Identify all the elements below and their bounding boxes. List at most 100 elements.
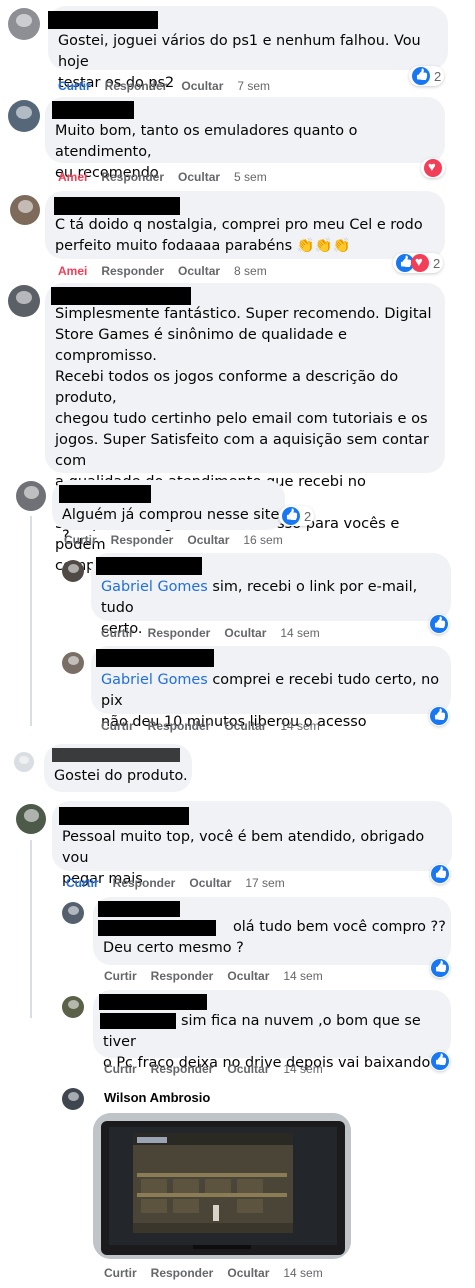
avatar[interactable] (16, 481, 46, 511)
reply-button[interactable]: Responder (148, 719, 211, 733)
comment-actions: Curtir Responder Ocultar 14 sem (104, 969, 337, 983)
comment-text: C tá doido q nostalgia, comprei pro meu … (55, 217, 423, 254)
comment-actions: Curtir Responder Ocultar 7 sem (58, 79, 284, 93)
like-reaction-icon (412, 67, 430, 85)
comment-bubble: Gabriel Gomes sim, recebi o link por e-m… (91, 553, 451, 637)
avatar[interactable] (10, 195, 40, 225)
comment-text: olá tudo bem você compro ?? Deu certo me… (103, 919, 446, 956)
hide-button[interactable]: Ocultar (227, 1062, 269, 1076)
mention-link[interactable]: Gabriel Gomes (101, 579, 208, 595)
avatar[interactable] (62, 560, 84, 582)
reply-button[interactable]: Responder (113, 876, 176, 890)
redacted-author-name (59, 807, 189, 825)
avatar[interactable] (62, 902, 84, 924)
avatar[interactable] (62, 652, 84, 674)
redacted-author-name (52, 101, 134, 119)
avatar[interactable] (14, 752, 34, 772)
reply-button[interactable]: Responder (101, 170, 164, 184)
comment-bubble: Simplesmente fantástico. Super recomendo… (45, 283, 445, 574)
comment-actions: Curtir Responder Ocultar 14 sem (104, 1266, 337, 1280)
hide-button[interactable]: Ocultar (181, 79, 223, 93)
like-reaction-icon (430, 707, 448, 725)
reaction-summary[interactable] (429, 706, 449, 726)
reaction-summary[interactable] (430, 1051, 450, 1071)
reply-button[interactable]: Responder (148, 626, 211, 640)
avatar[interactable] (62, 1088, 84, 1110)
like-button[interactable]: Curtir (104, 969, 137, 983)
love-reaction-icon (424, 159, 442, 177)
redacted-author-name (54, 197, 180, 215)
hide-button[interactable]: Ocultar (224, 719, 266, 733)
like-button[interactable]: Curtir (58, 79, 91, 93)
hide-button[interactable]: Ocultar (227, 1266, 269, 1280)
comment-photo[interactable] (93, 1113, 351, 1259)
timestamp[interactable]: 14 sem (283, 1266, 322, 1280)
comment-bubble: Pessoal muito top, você é bem atendido, … (52, 801, 452, 887)
timestamp[interactable]: 16 sem (243, 533, 282, 547)
mention-link[interactable]: Gabriel Gomes (101, 672, 208, 688)
timestamp[interactable]: 8 sem (234, 264, 267, 278)
comment-bubble: Gostei, joguei vários do ps1 e nenhum fa… (48, 6, 448, 91)
avatar[interactable] (62, 996, 84, 1018)
hide-button[interactable]: Ocultar (187, 533, 229, 547)
redacted-author-name (98, 901, 180, 917)
hide-button[interactable]: Ocultar (178, 264, 220, 278)
like-reaction-icon (430, 615, 448, 633)
reaction-summary[interactable]: 2 (279, 506, 315, 526)
like-button[interactable]: Curtir (66, 876, 99, 890)
timestamp[interactable]: 14 sem (280, 719, 319, 733)
reaction-summary[interactable] (430, 958, 450, 978)
timestamp[interactable]: 14 sem (283, 1062, 322, 1076)
timestamp[interactable]: 5 sem (234, 170, 267, 184)
comment-bubble: C tá doido q nostalgia, comprei pro meu … (45, 191, 445, 259)
reaction-summary[interactable] (421, 158, 445, 178)
redacted-author-name (52, 748, 180, 762)
like-reaction-icon (282, 507, 300, 525)
timestamp[interactable]: 17 sem (245, 876, 284, 890)
reply-button[interactable]: Responder (151, 1062, 214, 1076)
redacted-author-name (59, 485, 151, 503)
redacted-author-name (96, 557, 202, 575)
like-button[interactable]: Curtir (104, 1062, 137, 1076)
reply-thread-line (30, 840, 32, 1018)
reply-button[interactable]: Responder (151, 1266, 214, 1280)
avatar[interactable] (8, 8, 40, 40)
like-reaction-icon (431, 959, 449, 977)
hide-button[interactable]: Ocultar (189, 876, 231, 890)
like-button[interactable]: Curtir (101, 719, 134, 733)
like-button[interactable]: Curtir (101, 626, 134, 640)
avatar[interactable] (16, 804, 46, 834)
like-button[interactable]: Amei (58, 170, 87, 184)
comment-actions: Curtir Responder Ocultar 16 sem (64, 533, 297, 547)
comment-actions: Curtir Responder Ocultar 14 sem (101, 719, 334, 733)
reply-button[interactable]: Responder (111, 533, 174, 547)
like-button[interactable]: Curtir (64, 533, 97, 547)
comment-text: Gostei do produto. (54, 768, 188, 784)
hide-button[interactable]: Ocultar (178, 170, 220, 184)
timestamp[interactable]: 14 sem (283, 969, 322, 983)
reply-button[interactable]: Responder (151, 969, 214, 983)
avatar[interactable] (8, 100, 40, 132)
comment-actions: Amei Responder Ocultar 5 sem (58, 170, 281, 184)
reaction-summary[interactable]: 2 (393, 253, 444, 273)
comment-actions: Curtir Responder Ocultar 17 sem (66, 876, 299, 890)
like-button[interactable]: Amei (58, 264, 87, 278)
redacted-author-name (96, 649, 214, 667)
reaction-summary[interactable] (429, 614, 449, 634)
timestamp[interactable]: 7 sem (237, 79, 270, 93)
like-reaction-icon (431, 865, 449, 883)
like-button[interactable]: Curtir (104, 1266, 137, 1280)
reaction-summary[interactable]: 2 (409, 66, 445, 86)
timestamp[interactable]: 14 sem (280, 626, 319, 640)
redacted-author-name (99, 994, 207, 1010)
reply-button[interactable]: Responder (105, 79, 168, 93)
comment-actions: Curtir Responder Ocultar 14 sem (101, 626, 334, 640)
hide-button[interactable]: Ocultar (227, 969, 269, 983)
comment-bubble: Muito bom, tanto os emuladores quanto o … (45, 97, 445, 181)
author-name[interactable]: Wilson Ambrosio (104, 1090, 210, 1105)
reaction-summary[interactable] (430, 864, 450, 884)
hide-button[interactable]: Ocultar (224, 626, 266, 640)
reply-button[interactable]: Responder (101, 264, 164, 278)
avatar[interactable] (8, 285, 40, 317)
reply-thread-line (30, 516, 32, 726)
